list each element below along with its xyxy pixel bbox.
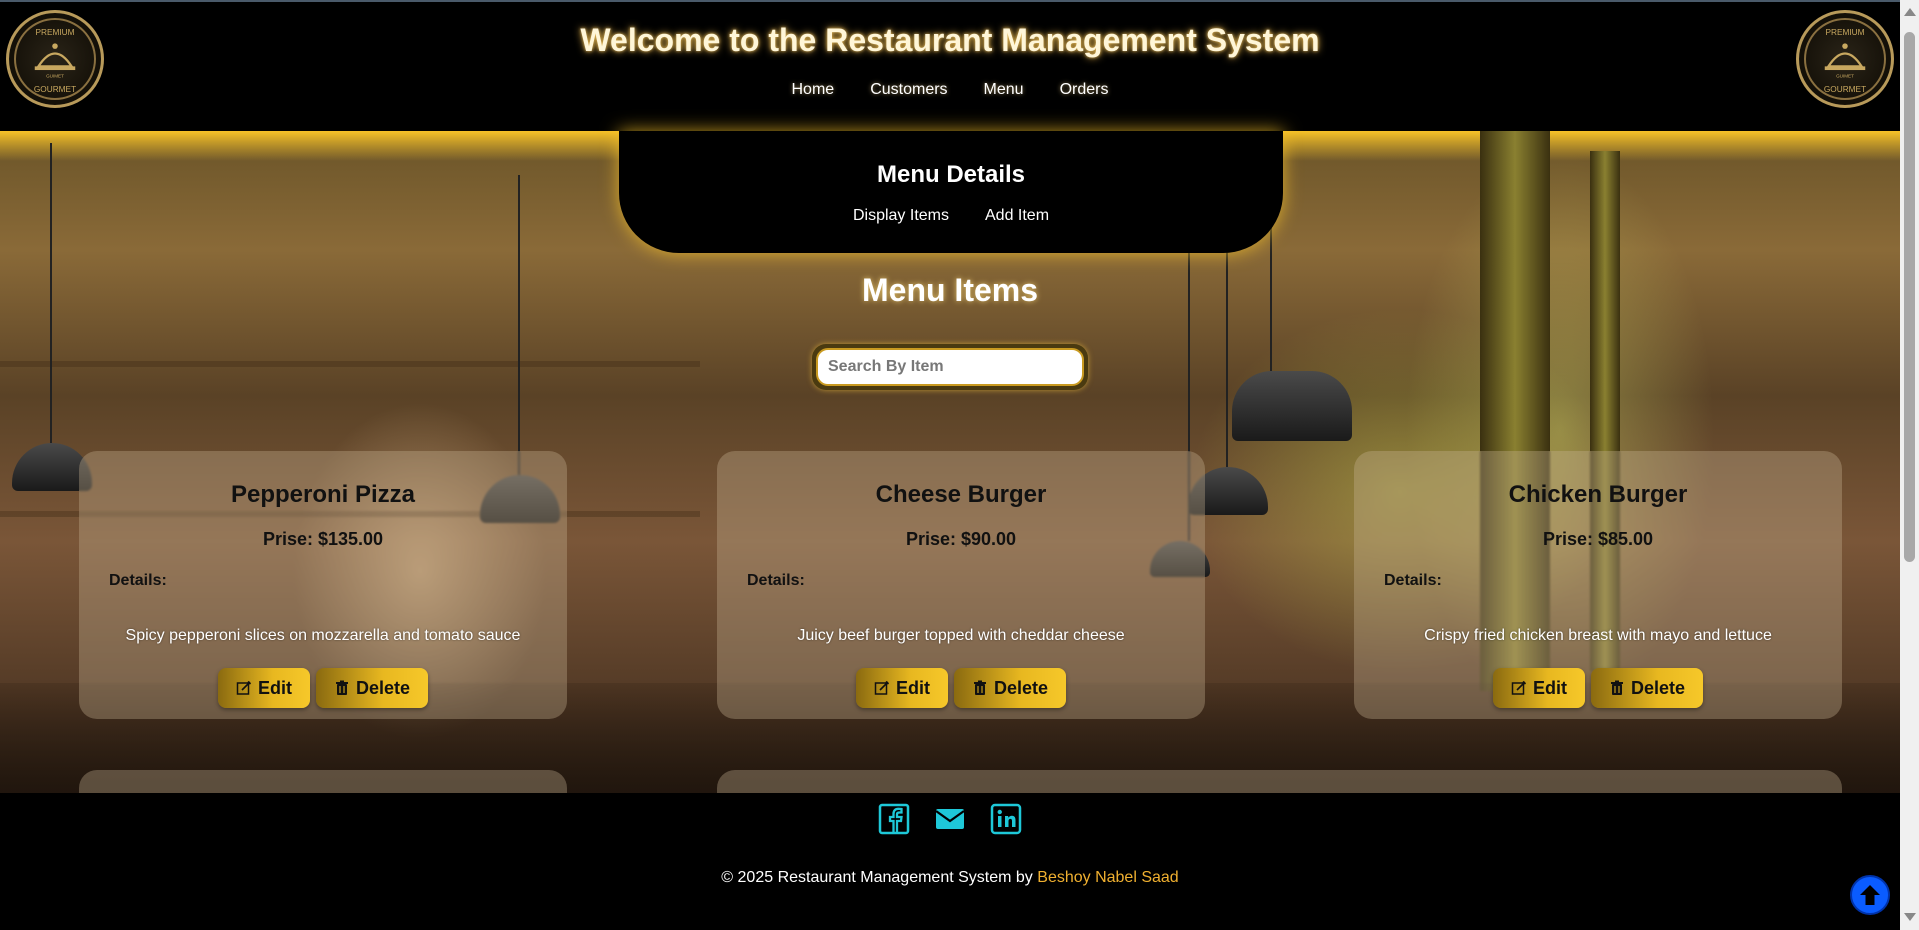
nav-customers[interactable]: Customers	[870, 81, 947, 99]
copyright-text: © 2025 Restaurant Management System by B…	[0, 869, 1900, 887]
item-actions: Edit Delete	[717, 668, 1205, 708]
edit-button[interactable]: Edit	[855, 668, 948, 708]
menu-details-title: Menu Details	[876, 161, 1026, 188]
menu-items-heading: Menu Items	[861, 272, 1039, 308]
delete-button[interactable]: Delete	[953, 668, 1067, 708]
trash-icon	[973, 680, 986, 695]
edit-button[interactable]: Edit	[217, 668, 310, 708]
social-links	[0, 803, 1900, 835]
item-price: Prise: $135.00	[262, 529, 384, 549]
delete-button[interactable]: Delete	[1590, 668, 1704, 708]
edit-icon	[1511, 680, 1527, 695]
scroll-thumb[interactable]	[1904, 32, 1915, 562]
delete-button[interactable]: Delete	[315, 668, 429, 708]
nav-menu[interactable]: Menu	[984, 81, 1024, 99]
svg-text:PREMIUM: PREMIUM	[1825, 28, 1864, 37]
display-items-link[interactable]: Display Items	[853, 207, 949, 225]
item-details-label: Details:	[109, 572, 167, 589]
item-description: Crispy fried chicken breast with mayo an…	[1424, 627, 1772, 644]
delete-label: Delete	[1630, 677, 1686, 698]
item-price: Prise: $85.00	[1542, 529, 1654, 549]
item-description: Spicy pepperoni slices on mozzarella and…	[125, 627, 521, 644]
svg-text:GOURMET: GOURMET	[1824, 85, 1866, 94]
edit-label: Edit	[895, 677, 930, 698]
svg-text:GUIMET: GUIMET	[46, 73, 64, 78]
edit-icon	[236, 680, 252, 695]
edit-label: Edit	[257, 677, 292, 698]
facebook-link[interactable]	[878, 803, 910, 835]
menu-item-card: Chicken Burger Prise: $85.00 Details: Cr…	[1354, 451, 1842, 719]
mail-icon	[935, 809, 965, 829]
item-details-label: Details:	[747, 572, 805, 589]
arrow-up-icon	[1860, 885, 1880, 905]
svg-text:GUIMET: GUIMET	[1836, 73, 1854, 78]
item-name: Chicken Burger	[1508, 481, 1688, 508]
trash-icon	[1610, 680, 1623, 695]
scroll-down-arrow[interactable]	[1904, 913, 1916, 921]
add-item-link[interactable]: Add Item	[985, 207, 1049, 225]
page-scrollbar[interactable]	[1900, 0, 1919, 930]
cloche-icon: PREMIUM GOURMET GUIMET	[1824, 28, 1866, 94]
edit-icon	[874, 680, 890, 695]
menu-sub-nav: Display Items Add Item	[619, 207, 1283, 225]
nav-home[interactable]: Home	[792, 81, 835, 99]
site-header: PREMIUM GOURMET GUIMET Welcome to the Re…	[0, 0, 1900, 131]
edit-label: Edit	[1532, 677, 1567, 698]
item-name: Cheese Burger	[875, 481, 1047, 508]
delete-label: Delete	[993, 677, 1049, 698]
item-price: Prise: $90.00	[905, 529, 1017, 549]
site-title: Welcome to the Restaurant Management Sys…	[580, 22, 1320, 58]
site-footer: © 2025 Restaurant Management System by B…	[0, 793, 1900, 930]
linkedin-icon	[990, 803, 1022, 835]
search-input[interactable]	[816, 348, 1084, 386]
nav-orders[interactable]: Orders	[1060, 81, 1109, 99]
item-actions: Edit Delete	[79, 668, 567, 708]
logo-badge-right: PREMIUM GOURMET GUIMET	[1796, 10, 1894, 108]
email-link[interactable]	[934, 803, 966, 835]
copyright-prefix: © 2025 Restaurant Management System by	[721, 869, 1033, 886]
linkedin-link[interactable]	[990, 803, 1022, 835]
back-to-top-button[interactable]	[1850, 875, 1890, 915]
delete-label: Delete	[355, 677, 411, 698]
scroll-up-arrow[interactable]	[1904, 8, 1916, 16]
author-name: Beshoy Nabel Saad	[1037, 869, 1179, 886]
main-nav: Home Customers Menu Orders	[0, 81, 1900, 99]
item-actions: Edit Delete	[1354, 668, 1842, 708]
facebook-icon	[878, 803, 910, 835]
item-details-label: Details:	[1384, 572, 1442, 589]
item-description: Juicy beef burger topped with cheddar ch…	[797, 627, 1125, 644]
edit-button[interactable]: Edit	[1492, 668, 1585, 708]
menu-item-card: Pepperoni Pizza Prise: $135.00 Details: …	[79, 451, 567, 719]
search-box	[812, 344, 1088, 390]
menu-details-panel: Menu Details Display Items Add Item	[619, 131, 1283, 253]
item-name: Pepperoni Pizza	[230, 481, 416, 508]
menu-item-card: Cheese Burger Prise: $90.00 Details: Jui…	[717, 451, 1205, 719]
trash-icon	[335, 680, 348, 695]
